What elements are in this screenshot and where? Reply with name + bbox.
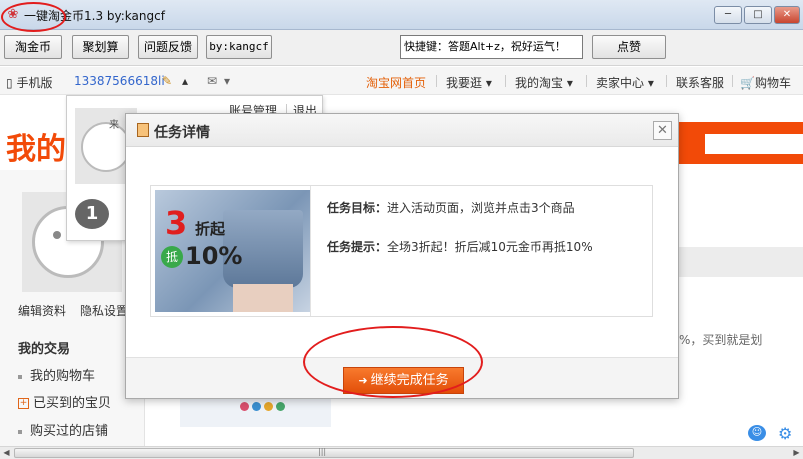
modal-title: 任务详情 <box>154 125 210 141</box>
modal-header: 任务详情 ✕ <box>126 114 678 147</box>
task-card: 3 折起 抵 10% 任务目标：进入活动页面，浏览并点击3个商品 任务提示：全场… <box>150 185 653 317</box>
phone-icon: ▯ <box>6 76 13 90</box>
task-goal-label: 任务目标： <box>327 201 388 215</box>
promo-percent: 10% <box>185 242 243 270</box>
nav-taobao-home[interactable]: 淘宝网首页 <box>366 74 426 91</box>
nav-customer-service[interactable]: 联系客服 <box>676 74 724 91</box>
app-toolbar: 淘金币 聚划算 问题反馈 by:kangcf 快捷键：答题Alt+z，祝好运气！… <box>0 30 803 66</box>
level-badge: 1 <box>75 199 109 229</box>
nav-divider <box>666 75 667 87</box>
privacy-settings-link[interactable]: 隐私设置 <box>80 302 128 319</box>
task-goal-text: 进入活动页面，浏览并点击3个商品 <box>387 201 575 215</box>
default-avatar-icon <box>81 122 131 172</box>
chevron-down-icon: ▾ <box>647 76 654 90</box>
chevron-down-icon: ▾ <box>566 76 573 90</box>
maximize-button[interactable]: □ <box>744 6 772 24</box>
task-hint: 任务提示：全场3折起！折后减10元金币再抵10% <box>327 238 593 255</box>
scrollbar-grip-icon: ||| <box>318 447 327 456</box>
taobao-topnav: ▯ 手机版 13387566618li ✎ ▴ ✉ ▾ 淘宝网首页 我要逛 ▾ … <box>0 67 803 95</box>
edit-icon[interactable]: ✎ <box>162 74 172 88</box>
legs-image <box>233 284 293 312</box>
promo-qi: 折起 <box>195 220 226 238</box>
minimize-button[interactable]: ─ <box>714 6 742 24</box>
chat-icon[interactable]: ☺ <box>748 425 766 441</box>
highlight-ring-continue <box>303 326 483 398</box>
nav-divider <box>586 75 587 87</box>
author-button[interactable]: by:kangcf <box>206 35 272 59</box>
bullet-icon <box>18 374 22 379</box>
feedback-button[interactable]: 问题反馈 <box>138 35 198 59</box>
sidebar-item-shops[interactable]: 购买过的店铺 <box>18 420 108 439</box>
edit-profile-link[interactable]: 编辑资料 <box>18 302 66 319</box>
nav-my-taobao[interactable]: 我的淘宝 ▾ <box>515 74 573 91</box>
modal-close-button[interactable]: ✕ <box>653 121 672 140</box>
highlight-ring-taojinbi <box>1 2 66 32</box>
document-icon <box>137 123 149 137</box>
nav-divider <box>436 75 437 87</box>
gem-dot <box>276 402 285 411</box>
cart-icon: 🛒 <box>740 76 755 90</box>
nav-divider <box>732 75 733 87</box>
account-id-link[interactable]: 13387566618li <box>74 74 165 88</box>
juhuasuan-button[interactable]: 聚划算 <box>72 35 129 59</box>
mail-icon[interactable]: ✉ <box>207 74 217 88</box>
promo-di-badge: 抵 <box>161 246 183 268</box>
task-hint-text: 全场3折起！折后减10元金币再抵10% <box>387 240 593 254</box>
page-title: 我的 <box>6 132 66 167</box>
sidebar-item-cart[interactable]: 我的购物车 <box>18 365 95 384</box>
like-button[interactable]: 点赞 <box>592 35 666 59</box>
horizontal-scrollbar[interactable]: ◀ ||| ▶ <box>0 446 803 459</box>
right-panel-header <box>679 247 803 277</box>
nav-guang[interactable]: 我要逛 ▾ <box>446 74 492 91</box>
nav-seller-center[interactable]: 卖家中心 ▾ <box>596 74 654 91</box>
gem-dot <box>240 402 249 411</box>
shortcut-field[interactable]: 快捷键：答题Alt+z，祝好运气！ <box>400 35 583 59</box>
search-bar <box>679 122 803 164</box>
chevron-down-icon[interactable]: ▾ <box>224 74 230 88</box>
nav-divider <box>505 75 506 87</box>
task-goal: 任务目标：进入活动页面，浏览并点击3个商品 <box>327 199 575 216</box>
mobile-link[interactable]: ▯ 手机版 <box>6 74 52 91</box>
nav-cart[interactable]: 🛒购物车 <box>740 74 791 91</box>
scroll-right-icon[interactable]: ▶ <box>790 447 803 459</box>
chevron-down-icon: ▾ <box>485 76 492 90</box>
task-divider <box>310 186 311 316</box>
search-input[interactable] <box>705 134 803 154</box>
promo-number: 3 <box>165 204 188 242</box>
sidebar-item-bought[interactable]: + 已买到的宝贝 <box>18 392 111 411</box>
chevron-up-icon[interactable]: ▴ <box>182 74 188 88</box>
gem-dot <box>264 402 273 411</box>
trade-heading: 我的交易 <box>18 342 71 357</box>
close-window-button[interactable]: ✕ <box>774 6 800 24</box>
task-hint-label: 任务提示： <box>327 240 388 254</box>
task-promo-image[interactable]: 3 折起 抵 10% <box>155 190 310 312</box>
taojinbi-button[interactable]: 淘金币 <box>4 35 62 59</box>
plus-icon: + <box>18 398 29 409</box>
gear-icon[interactable]: ⚙ <box>778 424 792 443</box>
gem-dot <box>252 402 261 411</box>
promo-snippet: %，买到就是划 <box>679 333 763 347</box>
bullet-icon <box>18 429 22 434</box>
scroll-left-icon[interactable]: ◀ <box>0 447 13 459</box>
avatar-badge-text: 来 <box>109 120 119 131</box>
window-titlebar: ❀ 一键淘金币1.3 by:kangcf ─ □ ✕ <box>0 0 803 30</box>
